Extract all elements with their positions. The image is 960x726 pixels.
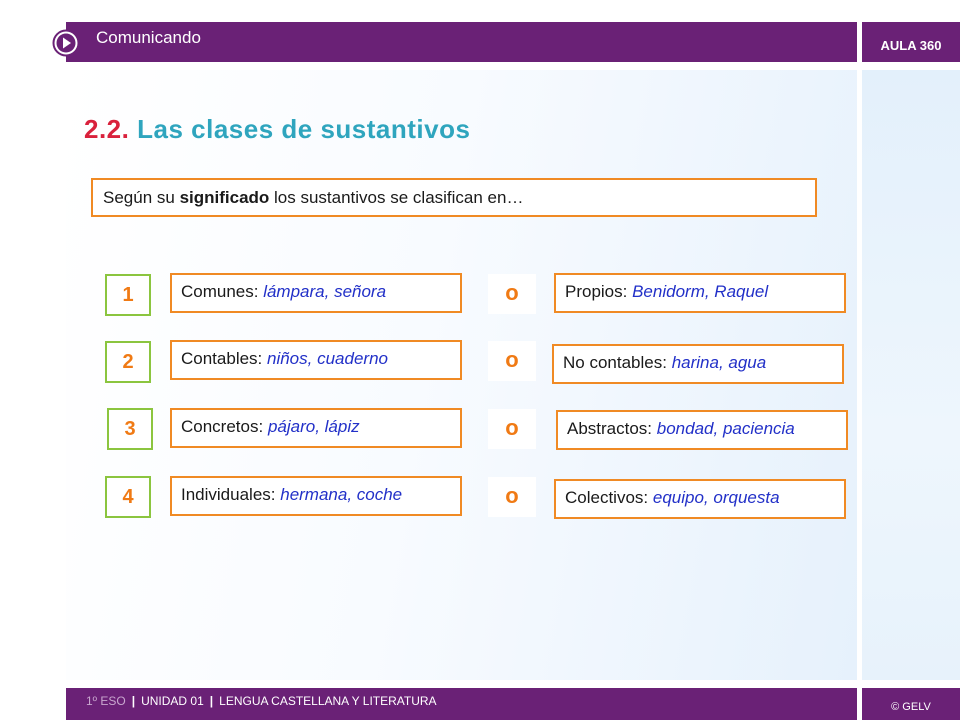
term-label: No contables:	[563, 353, 672, 372]
term-label: Propios:	[565, 282, 633, 301]
copyright-box: © GELV	[862, 688, 960, 720]
term-examples: harina, agua	[671, 353, 767, 372]
footer-subject: LENGUA CASTELLANA Y LITERATURA	[219, 694, 437, 708]
footer-separator: |	[209, 694, 214, 708]
or-connector-4: o	[488, 477, 536, 517]
or-connector-2: o	[488, 341, 536, 381]
intro-after: los sustantivos se clasifican en…	[269, 188, 524, 207]
row-number-4: 4	[105, 476, 151, 518]
term-label: Concretos:	[181, 417, 268, 436]
intro-before: Según su	[103, 188, 180, 207]
row-number-2: 2	[105, 341, 151, 383]
term-box-propios: Propios: Benidorm, Raquel	[554, 273, 846, 313]
page-title: 2.2. Las clases de sustantivos	[84, 114, 470, 145]
term-examples: niños, cuaderno	[267, 349, 388, 368]
term-examples: hermana, coche	[280, 485, 403, 504]
section-title: Comunicando	[96, 28, 201, 47]
term-label: Comunes:	[181, 282, 264, 301]
brand-label: AULA 360	[880, 38, 942, 53]
footer-separator: |	[131, 694, 136, 708]
footer-level: 1º ESO	[86, 694, 126, 708]
play-circle-icon[interactable]	[52, 29, 80, 57]
term-label: Contables:	[181, 349, 267, 368]
term-examples: equipo, orquesta	[652, 488, 780, 507]
footer-breadcrumb: 1º ESO | UNIDAD 01 | LENGUA CASTELLANA Y LIT…	[86, 694, 437, 708]
term-label: Abstractos:	[567, 419, 657, 438]
term-box-concretos: Concretos: pájaro, lápiz	[170, 408, 462, 448]
row-number-1: 1	[105, 274, 151, 316]
brand-box: AULA 360	[862, 22, 960, 62]
copyright: © GELV	[891, 701, 931, 713]
term-label: Colectivos:	[565, 488, 653, 507]
footer-bar: 1º ESO | UNIDAD 01 | LENGUA CASTELLANA Y LIT…	[66, 688, 857, 720]
intro-box: Según su significado los sustantivos se …	[91, 178, 817, 217]
footer-unit: UNIDAD 01	[141, 694, 204, 708]
term-examples: bondad, paciencia	[656, 419, 795, 438]
title-number: 2.2.	[84, 114, 130, 144]
term-box-colectivos: Colectivos: equipo, orquesta	[554, 479, 846, 519]
term-examples: pájaro, lápiz	[267, 417, 360, 436]
term-box-individuales: Individuales: hermana, coche	[170, 476, 462, 516]
or-connector-1: o	[488, 274, 536, 314]
term-box-comunes: Comunes: lámpara, señora	[170, 273, 462, 313]
title-text: Las clases de sustantivos	[137, 114, 471, 144]
term-label: Individuales:	[181, 485, 281, 504]
term-examples: lámpara, señora	[263, 282, 387, 301]
side-panel	[862, 70, 960, 680]
term-box-contables: Contables: niños, cuaderno	[170, 340, 462, 380]
row-number-3: 3	[107, 408, 153, 450]
term-box-no-contables: No contables: harina, agua	[552, 344, 844, 384]
term-examples: Benidorm, Raquel	[632, 282, 769, 301]
term-box-abstractos: Abstractos: bondad, paciencia	[556, 410, 848, 450]
intro-bold: significado	[179, 188, 270, 207]
or-connector-3: o	[488, 409, 536, 449]
